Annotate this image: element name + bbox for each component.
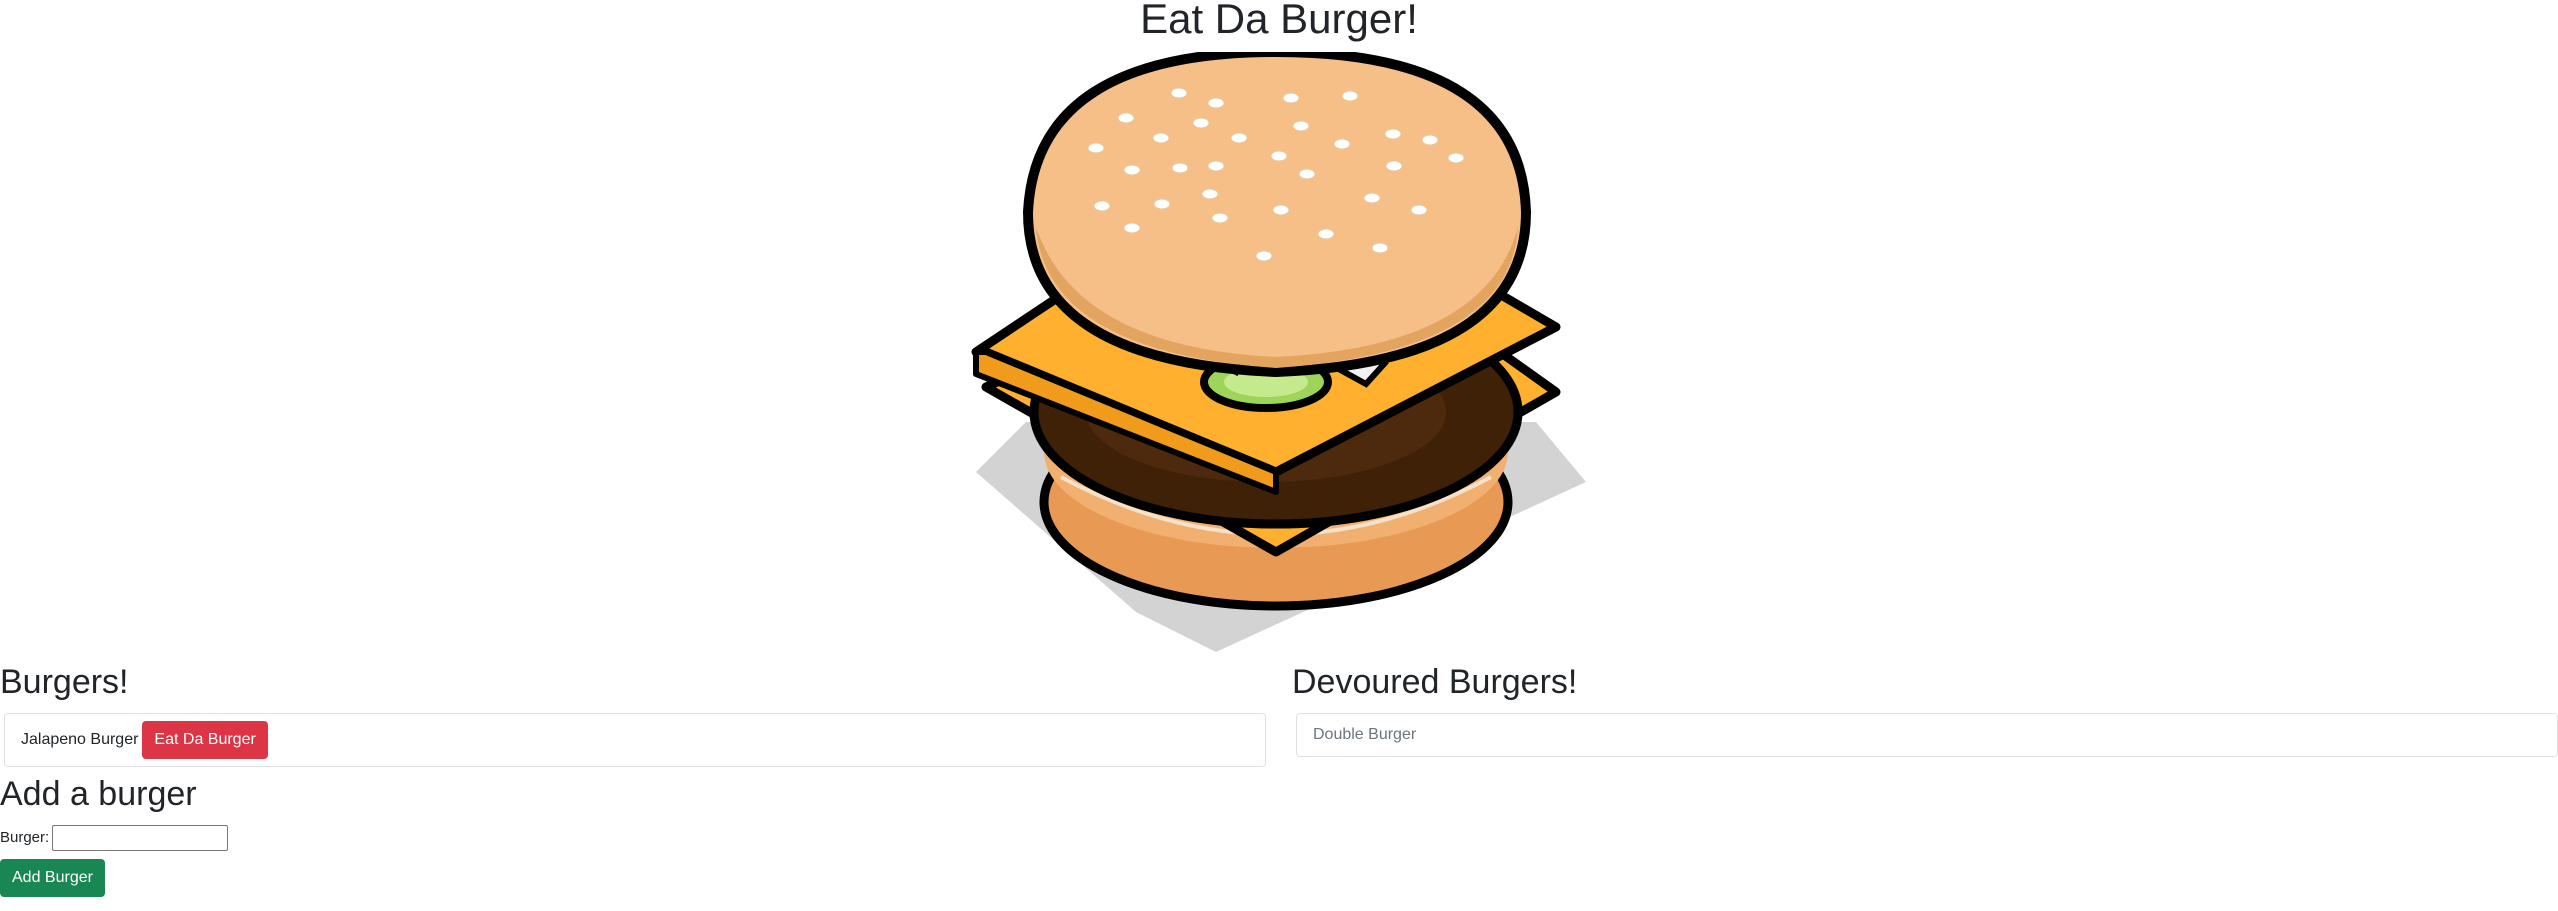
- burger-name: Jalapeno Burger: [21, 730, 139, 748]
- list-item: Double Burger: [1296, 712, 2558, 757]
- page: Eat Da Burger! Burgers! Jalapeno Burger …: [0, 0, 2558, 911]
- list-item: Jalapeno Burger Eat Da Burger: [4, 712, 1266, 767]
- burger-illustration-icon: [971, 52, 1586, 652]
- add-burger-heading: Add a burger: [0, 775, 197, 813]
- page-title: Eat Da Burger!: [1140, 0, 1418, 42]
- devoured-burger-name: Double Burger: [1313, 725, 1417, 743]
- burgers-column: Burgers! Jalapeno Burger Eat Da Burger: [0, 662, 1266, 767]
- add-burger-form: Add a burger Burger: Add Burger: [0, 774, 229, 897]
- burger-field-row: Burger:: [0, 824, 229, 851]
- devoured-column: Devoured Burgers! Double Burger: [1292, 662, 2558, 757]
- burger-name-input[interactable]: [52, 824, 229, 851]
- burgers-heading: Burgers!: [0, 663, 129, 701]
- add-burger-button[interactable]: Add Burger: [0, 858, 105, 897]
- burger-field-label: Burger:: [0, 829, 50, 847]
- devoured-heading: Devoured Burgers!: [1292, 663, 1578, 701]
- eat-burger-button[interactable]: Eat Da Burger: [142, 720, 268, 759]
